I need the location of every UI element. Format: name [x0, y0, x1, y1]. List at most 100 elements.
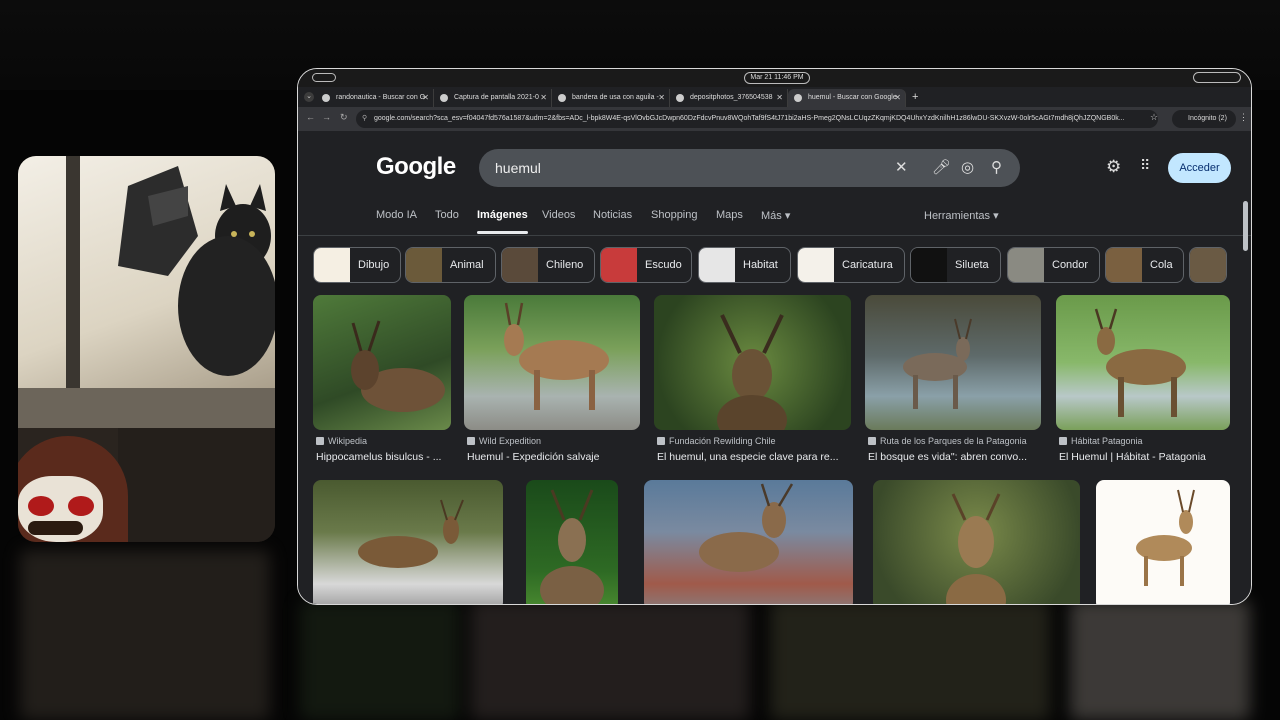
deer-image — [1136, 489, 1195, 586]
chip-label: Escudo — [645, 259, 682, 271]
sign-in-button[interactable]: Acceder — [1168, 153, 1231, 183]
deer-image — [946, 493, 1006, 604]
tab-depositphotos[interactable]: depositphotos_376504538 ✕ — [670, 89, 788, 107]
lens-search-icon[interactable]: ◎ — [961, 149, 974, 187]
close-tab-icon[interactable]: ✕ — [540, 89, 547, 107]
result-source[interactable]: Fundación Rewilding Chile — [657, 436, 776, 446]
tab-randonautica[interactable]: randonautica - Buscar con G ✕ — [316, 89, 434, 107]
chip-escudo[interactable]: Escudo — [600, 247, 692, 283]
search-box[interactable]: huemul ✕ 🎤︎ ◎ ⚲ — [479, 149, 1020, 187]
address-bar-row: ← → ↻ ⚲ google.com/search?sca_esv=f04047… — [298, 107, 1251, 131]
close-tab-icon[interactable]: ✕ — [894, 89, 901, 107]
result-image[interactable] — [313, 480, 503, 604]
result-image[interactable] — [464, 295, 640, 430]
image-result-rewilding[interactable]: Fundación Rewilding Chile El huemul, una… — [654, 295, 851, 467]
site-icon — [467, 437, 475, 445]
site-info-icon[interactable]: ⚲ — [362, 110, 367, 128]
chip-condor[interactable]: Condor — [1007, 247, 1100, 283]
chip-cola[interactable]: Cola — [1105, 247, 1184, 283]
site-icon — [657, 437, 665, 445]
result-title[interactable]: Huemul - Expedición salvaje — [467, 451, 641, 463]
tools-menu[interactable]: Herramientas ▾ — [924, 209, 999, 222]
result-source[interactable]: Ruta de los Parques de la Patagonia — [868, 436, 1027, 446]
backdrop-blob — [770, 600, 1050, 720]
google-results-page: Google huemul ✕ 🎤︎ ◎ ⚲ ⚙ ⠿ Acceder Modo … — [298, 131, 1251, 604]
tab-maps[interactable]: Maps — [716, 209, 743, 221]
chip-dibujo[interactable]: Dibujo — [313, 247, 401, 283]
image-result-wild-expedition[interactable]: Wild Expedition Huemul - Expedición salv… — [464, 295, 640, 467]
back-arrow-icon[interactable]: ← — [306, 112, 315, 122]
site-icon — [1059, 437, 1067, 445]
result-image[interactable] — [526, 480, 618, 604]
result-image[interactable] — [313, 295, 451, 430]
chip-habitat[interactable]: Habitat — [698, 247, 791, 283]
page-scrollbar[interactable] — [1243, 201, 1248, 251]
system-tray[interactable] — [1193, 72, 1241, 83]
image-result-ruta-parques[interactable]: Ruta de los Parques de la Patagonia El b… — [865, 295, 1041, 467]
chip-caricatura[interactable]: Caricatura — [797, 247, 905, 283]
search-query[interactable]: huemul — [495, 149, 541, 187]
result-title[interactable]: El bosque es vida": abren convo... — [868, 451, 1042, 463]
tab-bandera[interactable]: bandera de usa con aguila - ✕ — [552, 89, 670, 107]
site-icon — [868, 437, 876, 445]
tab-todo[interactable]: Todo — [435, 209, 459, 221]
deer-image — [903, 318, 972, 409]
deer-image — [504, 302, 609, 410]
bookmark-star-icon[interactable]: ☆ — [1150, 112, 1158, 123]
incognito-badge[interactable]: Incógnito (2) — [1172, 110, 1236, 128]
chip-chileno[interactable]: Chileno — [501, 247, 595, 283]
result-source[interactable]: Wikipedia — [316, 436, 367, 446]
result-source[interactable]: Hábitat Patagonia — [1059, 436, 1143, 446]
browser-menu-icon[interactable]: ⋮ — [1239, 112, 1248, 123]
system-menu-pill[interactable] — [312, 73, 336, 82]
system-clock[interactable]: Mar 21 11:46 PM — [744, 72, 810, 84]
image-result-wikipedia[interactable]: Wikipedia Hippocamelus bisulcus - ... — [313, 295, 451, 467]
url-field[interactable]: ⚲ google.com/search?sca_esv=f04047fd576a… — [356, 110, 1158, 128]
tab-mas[interactable]: Más ▾ — [761, 209, 790, 222]
google-favicon-icon — [558, 94, 566, 102]
backdrop-blob — [470, 600, 750, 720]
result-title[interactable]: El huemul, una especie clave para re... — [657, 451, 852, 463]
google-favicon-icon — [440, 94, 448, 102]
reload-icon[interactable]: ↻ — [340, 112, 348, 123]
source-name: Wild Expedition — [479, 436, 542, 446]
incognito-label: Incógnito (2) — [1188, 115, 1227, 122]
chip-animal[interactable]: Animal — [405, 247, 496, 283]
result-image[interactable] — [865, 295, 1041, 430]
chip-more[interactable] — [1189, 247, 1227, 283]
google-apps-icon[interactable]: ⠿ — [1140, 157, 1150, 174]
tab-videos[interactable]: Videos — [542, 209, 575, 221]
deer-image — [358, 499, 464, 568]
result-image[interactable] — [873, 480, 1080, 604]
tab-captura[interactable]: Captura de pantalla 2021-0 ✕ — [434, 89, 552, 107]
deer-image — [540, 489, 604, 604]
voice-search-icon[interactable]: 🎤︎ — [932, 149, 951, 187]
chip-label: Habitat — [743, 259, 778, 271]
close-tab-icon[interactable]: ✕ — [776, 89, 783, 107]
tab-imagenes[interactable]: Imágenes — [477, 209, 528, 234]
tab-search-icon[interactable]: ⌄ — [304, 92, 314, 102]
result-image[interactable] — [1096, 480, 1230, 604]
result-image[interactable] — [654, 295, 851, 430]
chip-silueta[interactable]: Silueta — [910, 247, 1001, 283]
result-image[interactable] — [644, 480, 853, 604]
close-tab-icon[interactable]: ✕ — [658, 89, 665, 107]
forward-arrow-icon[interactable]: → — [322, 112, 331, 122]
tab-shopping[interactable]: Shopping — [651, 209, 698, 221]
result-title[interactable]: Hippocamelus bisulcus - ... — [316, 451, 452, 463]
chip-thumbnail — [1106, 248, 1142, 282]
tab-modo-ia[interactable]: Modo IA — [376, 209, 417, 221]
tab-label: huemul - Buscar con Google — [808, 94, 897, 101]
clear-search-icon[interactable]: ✕ — [895, 149, 908, 187]
result-image[interactable] — [1056, 295, 1230, 430]
google-logo[interactable]: Google — [376, 153, 456, 181]
image-result-habitat-patagonia[interactable]: Hábitat Patagonia El Huemul | Hábitat - … — [1056, 295, 1230, 467]
search-icon[interactable]: ⚲ — [991, 149, 1002, 187]
close-tab-icon[interactable]: ✕ — [422, 89, 429, 107]
result-source[interactable]: Wild Expedition — [467, 436, 541, 446]
result-title[interactable]: El Huemul | Hábitat - Patagonia — [1059, 451, 1231, 463]
settings-gear-icon[interactable]: ⚙ — [1106, 157, 1121, 177]
tab-huemul[interactable]: huemul - Buscar con Google ✕ — [788, 89, 906, 107]
tab-noticias[interactable]: Noticias — [593, 209, 632, 221]
new-tab-button[interactable]: + — [912, 89, 918, 105]
